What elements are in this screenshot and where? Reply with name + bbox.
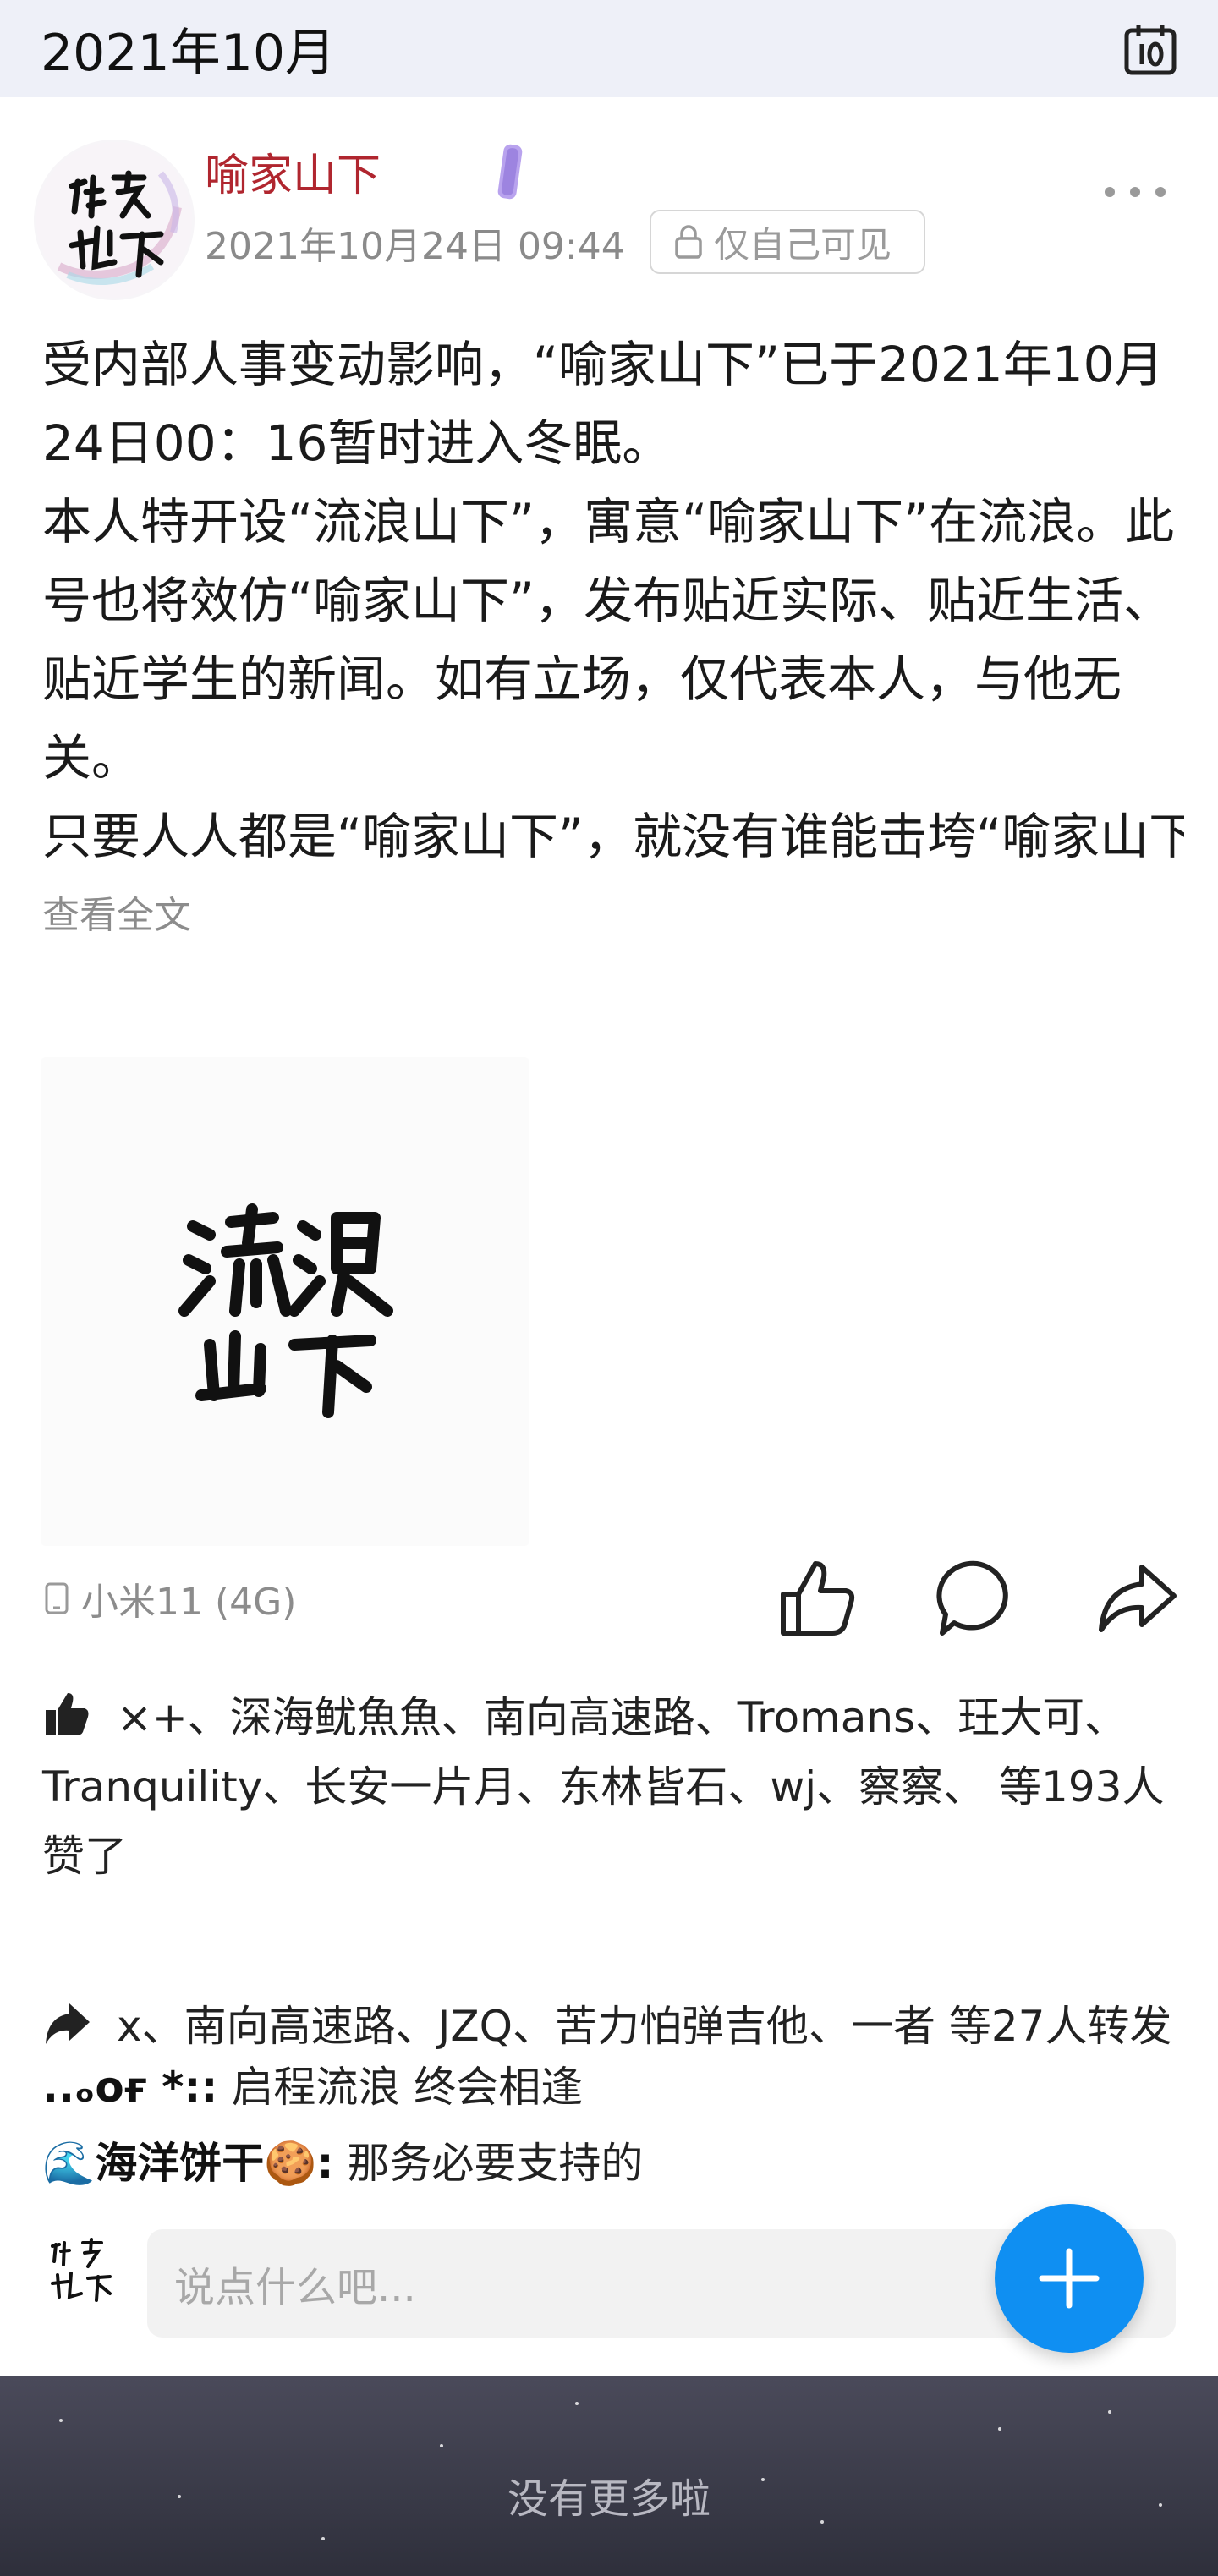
post-card: 喻家山下 2021年10月24日 09:44 仅自己可见 受内部人事变动影响，“… (0, 97, 1218, 2372)
post-paragraph: 只要人人都是“喻家山下”，就没有谁能击垮“喻家山下”。正如海子在《以梦为马》中写… (42, 808, 1184, 865)
compose-button[interactable] (995, 2204, 1144, 2353)
reposts-summary: x、南向高速路、JZQ、苦力怕弹吉他、一者 等27人转发 (42, 1996, 1184, 2057)
no-more-text: 没有更多啦 (507, 2475, 710, 2523)
post-body: 受内部人事变动影响，“喻家山下”已于2021年10月24日00：16暂时进入冬眠… (42, 326, 1184, 939)
comment-author[interactable]: 🌊海洋饼干🍪: (42, 2139, 334, 2188)
month-title: 2021年10月 (41, 24, 337, 83)
reply-avatar-icon (51, 2238, 112, 2302)
lock-icon (675, 225, 702, 259)
reposts-text[interactable]: x、南向高速路、JZQ、苦力怕弹吉他、一者 等27人转发 (117, 2002, 1171, 2051)
read-more-link[interactable]: 查看全文 (42, 885, 1184, 939)
like-filled-icon (46, 1693, 89, 1735)
privacy-label: 仅自己可见 (714, 223, 892, 266)
device-name: 小米11 (4G) (81, 1581, 297, 1624)
comment-item[interactable]: ..ₒoғ *:: 启程流浪 终会相逢 (42, 2053, 583, 2114)
author-avatar[interactable] (34, 140, 195, 300)
post-time: 2021年10月24日 09:44 (205, 225, 625, 268)
post-paragraph: 受内部人事变动影响，“喻家山下”已于2021年10月24日00：16暂时进入冬眠… (42, 336, 1164, 472)
end-of-list-footer: 没有更多啦 (0, 2376, 1218, 2576)
post-image[interactable] (41, 1057, 529, 1546)
comment-text: 那务必要支持的 (347, 2139, 644, 2188)
comment-author[interactable]: ..ₒoғ *:: (42, 2063, 217, 2112)
post-paragraph: 本人特开设“流浪山下”，寓意“喻家山下”在流浪。此号也将效仿“喻家山下”，发布贴… (42, 493, 1175, 787)
likes-text[interactable]: ×+、深海鱿魚魚、南向高速路、Tromans、玨大可、Tranquility、长… (42, 1693, 1165, 1881)
more-options-icon[interactable] (1100, 175, 1171, 209)
likes-summary: ×+、深海鱿魚魚、南向高速路、Tromans、玨大可、Tranquility、长… (42, 1683, 1184, 1891)
comment-icon[interactable] (930, 1552, 1023, 1645)
calendar-icon[interactable] (1123, 22, 1177, 76)
vip-badge-icon (497, 144, 523, 200)
privacy-badge[interactable]: 仅自己可见 (650, 210, 925, 274)
avatar-logo (36, 142, 192, 298)
comment-item[interactable]: 🌊海洋饼干🍪: 那务必要支持的 (42, 2129, 643, 2190)
like-icon[interactable] (771, 1552, 864, 1645)
plus-icon (1039, 2248, 1100, 2309)
share-icon[interactable] (1091, 1552, 1184, 1645)
reply-placeholder: 说点什么吧... (174, 2264, 416, 2311)
month-header: 2021年10月 (0, 0, 1218, 97)
phone-icon (45, 1582, 69, 1614)
device-label: 小米11 (4G) (44, 1569, 296, 1628)
calligraphy-image (178, 1203, 393, 1418)
comment-text: 启程流浪 终会相逢 (231, 2063, 584, 2112)
repost-filled-icon (46, 2003, 90, 2044)
author-name[interactable]: 喻家山下 (205, 140, 381, 203)
